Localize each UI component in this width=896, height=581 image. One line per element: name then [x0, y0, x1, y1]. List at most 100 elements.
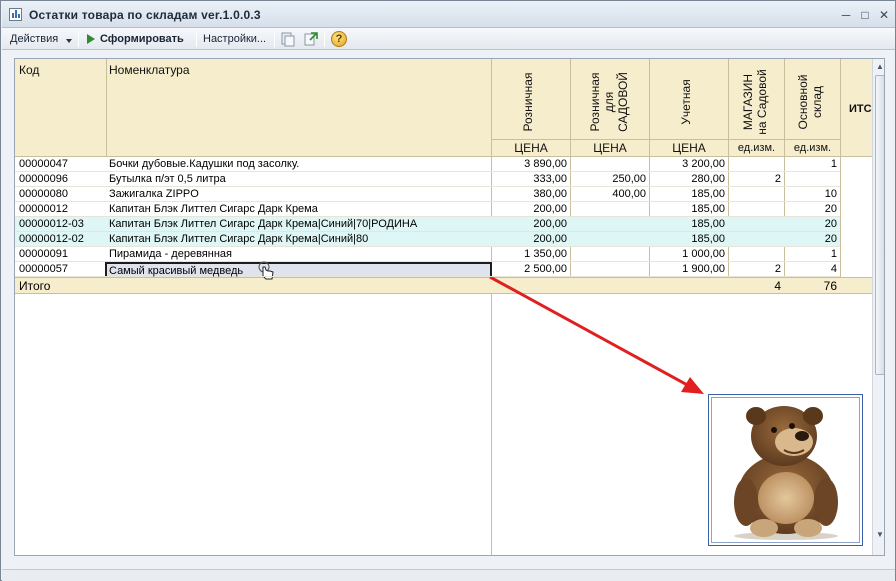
- cell-retail-sadovaya[interactable]: [571, 218, 646, 232]
- vertical-scrollbar[interactable]: ▲ ▼: [872, 59, 884, 555]
- maximize-button[interactable]: □: [857, 8, 873, 22]
- scroll-up-icon[interactable]: ▲: [874, 61, 884, 73]
- cell-accounting[interactable]: 3 200,00: [650, 158, 725, 172]
- cell-shop[interactable]: [729, 248, 781, 262]
- cell-shop[interactable]: 2: [729, 263, 781, 277]
- header-main-store-2: склад: [810, 85, 824, 119]
- cell-retail[interactable]: 2 500,00: [492, 263, 567, 277]
- cell-accounting[interactable]: 280,00: [650, 173, 725, 187]
- cell-accounting[interactable]: 1 000,00: [650, 248, 725, 262]
- cell-main[interactable]: 20: [785, 218, 837, 232]
- cell-main[interactable]: 1: [785, 248, 837, 262]
- cell-retail-sadovaya[interactable]: [571, 263, 646, 277]
- scroll-down-icon[interactable]: ▼: [874, 529, 884, 541]
- cell-accounting[interactable]: 185,00: [650, 218, 725, 232]
- play-icon: [87, 34, 95, 44]
- cell-shop[interactable]: [729, 233, 781, 247]
- cell-retail-sadovaya[interactable]: [571, 203, 646, 217]
- cell-main[interactable]: 20: [785, 233, 837, 247]
- cell-shop[interactable]: [729, 203, 781, 217]
- subheader-retail-sadovaya: ЦЕНА: [593, 141, 627, 155]
- header-code: Код: [19, 63, 40, 77]
- header-divider: [491, 139, 841, 140]
- table-row[interactable]: 00000012-02 Капитан Блэк Литтел Сигарс Да…: [15, 232, 840, 247]
- cell-name[interactable]: Зажигалка ZIPPO: [109, 188, 489, 202]
- cell-accounting[interactable]: 185,00: [650, 203, 725, 217]
- cell-name[interactable]: Капитан Блэк Литтел Сигарс Дарк Крема|Си…: [109, 218, 489, 232]
- cell-retail-sadovaya[interactable]: [571, 248, 646, 262]
- help-icon[interactable]: ?: [331, 31, 347, 47]
- cell-retail-sadovaya[interactable]: 250,00: [571, 173, 646, 187]
- title-bar[interactable]: Остатки товара по складам ver.1.0.0.3 ─ …: [2, 2, 895, 28]
- cell-accounting[interactable]: 185,00: [650, 188, 725, 202]
- chevron-down-icon: [66, 39, 72, 43]
- cell-main[interactable]: 10: [785, 188, 837, 202]
- settings-button[interactable]: Настройки...: [203, 31, 266, 47]
- cell-name[interactable]: Бутылка п/эт 0,5 литра: [109, 173, 489, 187]
- cell-retail-sadovaya[interactable]: 400,00: [571, 188, 646, 202]
- horizontal-scrollbar[interactable]: ◀ ▶: [491, 553, 872, 555]
- cell-code[interactable]: 00000012-02: [19, 233, 105, 247]
- table-row[interactable]: 00000012 Капитан Блэк Литтел Сигарс Дарк …: [15, 202, 840, 217]
- table-row[interactable]: 00000057 Самый красивый медведь 2 500,00 1 …: [15, 262, 840, 277]
- table-row[interactable]: 00000012-03 Капитан Блэк Литтел Сигарс Да…: [15, 217, 840, 232]
- close-button[interactable]: ✕: [876, 8, 892, 22]
- cell-shop[interactable]: [729, 188, 781, 202]
- subheader-shop-unit: ед.изм.: [737, 142, 776, 154]
- scroll-thumb[interactable]: [875, 75, 884, 375]
- pointer-arrow: [489, 275, 704, 394]
- subheader-retail: ЦЕНА: [514, 141, 548, 155]
- cell-accounting[interactable]: 185,00: [650, 233, 725, 247]
- cell-name[interactable]: Капитан Блэк Литтел Сигарс Дарк Крема|Си…: [109, 233, 489, 247]
- minimize-button[interactable]: ─: [838, 8, 854, 22]
- save-settings-icon[interactable]: [280, 31, 296, 47]
- cell-code[interactable]: 00000012-03: [19, 218, 105, 232]
- cell-name[interactable]: Капитан Блэк Литтел Сигарс Дарк Крема: [109, 203, 489, 217]
- header-name: Номенклатура: [109, 63, 190, 77]
- cell-retail[interactable]: 3 890,00: [492, 158, 567, 172]
- table-row[interactable]: 00000080 Зажигалка ZIPPO 380,00 400,00 185,0…: [15, 187, 840, 202]
- cell-code[interactable]: 00000080: [19, 188, 105, 202]
- status-bar: [2, 569, 895, 581]
- cell-accounting[interactable]: 1 900,00: [650, 263, 725, 277]
- actions-menu-button[interactable]: Действия: [10, 31, 58, 47]
- report-icon: [9, 8, 22, 21]
- cell-retail[interactable]: 200,00: [492, 203, 567, 217]
- header-retail-sadovaya-2: для: [602, 91, 616, 113]
- cell-main[interactable]: [785, 173, 837, 187]
- subheader-main-unit: ед.изм.: [793, 142, 832, 154]
- scroll-right-icon[interactable]: ▶: [857, 553, 869, 555]
- cell-code[interactable]: 00000012: [19, 203, 105, 217]
- cell-code[interactable]: 00000047: [19, 158, 105, 172]
- table-row[interactable]: 00000047 Бочки дубовые.Кадушки под засолк…: [15, 157, 840, 172]
- cell-code[interactable]: 00000057: [19, 263, 105, 277]
- cell-name[interactable]: Самый красивый медведь: [109, 265, 489, 279]
- toolbar-separator: [196, 31, 197, 47]
- cell-code[interactable]: 00000096: [19, 173, 105, 187]
- cell-main[interactable]: 4: [785, 263, 837, 277]
- toolbar-separator: [78, 31, 79, 47]
- cell-retail-sadovaya[interactable]: [571, 233, 646, 247]
- cell-main[interactable]: 1: [785, 158, 837, 172]
- total-label: Итого: [19, 280, 51, 293]
- cell-code[interactable]: 00000091: [19, 248, 105, 262]
- cell-retail[interactable]: 333,00: [492, 173, 567, 187]
- cell-retail[interactable]: 200,00: [492, 218, 567, 232]
- table-row[interactable]: 00000096 Бутылка п/эт 0,5 литра 333,00 250,…: [15, 172, 840, 187]
- cell-shop[interactable]: 2: [729, 173, 781, 187]
- generate-button[interactable]: Сформировать: [100, 31, 184, 47]
- header-retail-sadovaya-1: Розничная: [588, 72, 602, 132]
- cell-shop[interactable]: [729, 158, 781, 172]
- scroll-left-icon[interactable]: ◀: [493, 553, 505, 555]
- cell-retail-sadovaya[interactable]: [571, 158, 646, 172]
- cell-retail[interactable]: 380,00: [492, 188, 567, 202]
- cell-name[interactable]: Пирамида - деревянная: [109, 248, 489, 262]
- table-row[interactable]: 00000091 Пирамида - деревянная 1 350,00 1 0…: [15, 247, 840, 262]
- cell-name[interactable]: Бочки дубовые.Кадушки под засолку.: [109, 158, 489, 172]
- restore-settings-icon[interactable]: [303, 31, 319, 47]
- toolbar: Действия Сформировать Настройки... ?: [2, 28, 895, 50]
- cell-main[interactable]: 20: [785, 203, 837, 217]
- cell-retail[interactable]: 200,00: [492, 233, 567, 247]
- cell-shop[interactable]: [729, 218, 781, 232]
- cell-retail[interactable]: 1 350,00: [492, 248, 567, 262]
